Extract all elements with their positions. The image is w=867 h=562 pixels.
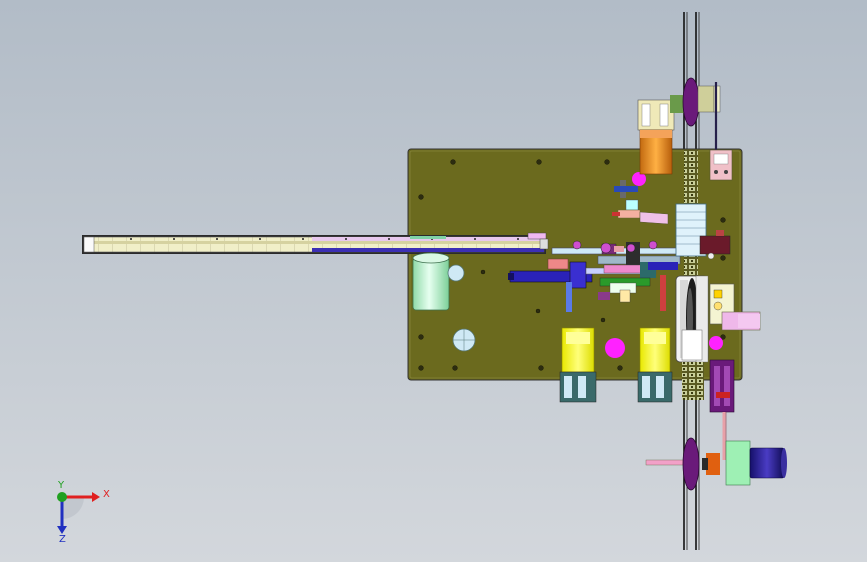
x-axis-head [92, 492, 100, 502]
air-tank[interactable] [412, 252, 450, 311]
z-axis-label: Z [59, 534, 66, 545]
cad-graphics-viewport[interactable]: X Y Z [0, 0, 867, 562]
yellow-cylinder-right[interactable] [637, 327, 673, 403]
yellow-cylinder-left[interactable] [559, 327, 597, 403]
x-axis-label: X [103, 489, 110, 500]
y-axis-point [57, 492, 67, 502]
assembly-model-view[interactable]: X Y Z [0, 0, 867, 562]
bottom-drive-motor[interactable] [645, 437, 787, 491]
drum-guard [681, 329, 703, 361]
indicator-lamp-right [709, 336, 723, 350]
orientation-triad[interactable]: X Y Z [57, 480, 110, 545]
indicator-lamp-bottom [605, 338, 625, 358]
top-right-bracket[interactable] [709, 149, 733, 181]
round-cap-small [447, 264, 465, 282]
y-axis-label: Y [57, 480, 65, 491]
feed-rail[interactable] [82, 232, 549, 254]
z-axis-head [57, 526, 67, 534]
